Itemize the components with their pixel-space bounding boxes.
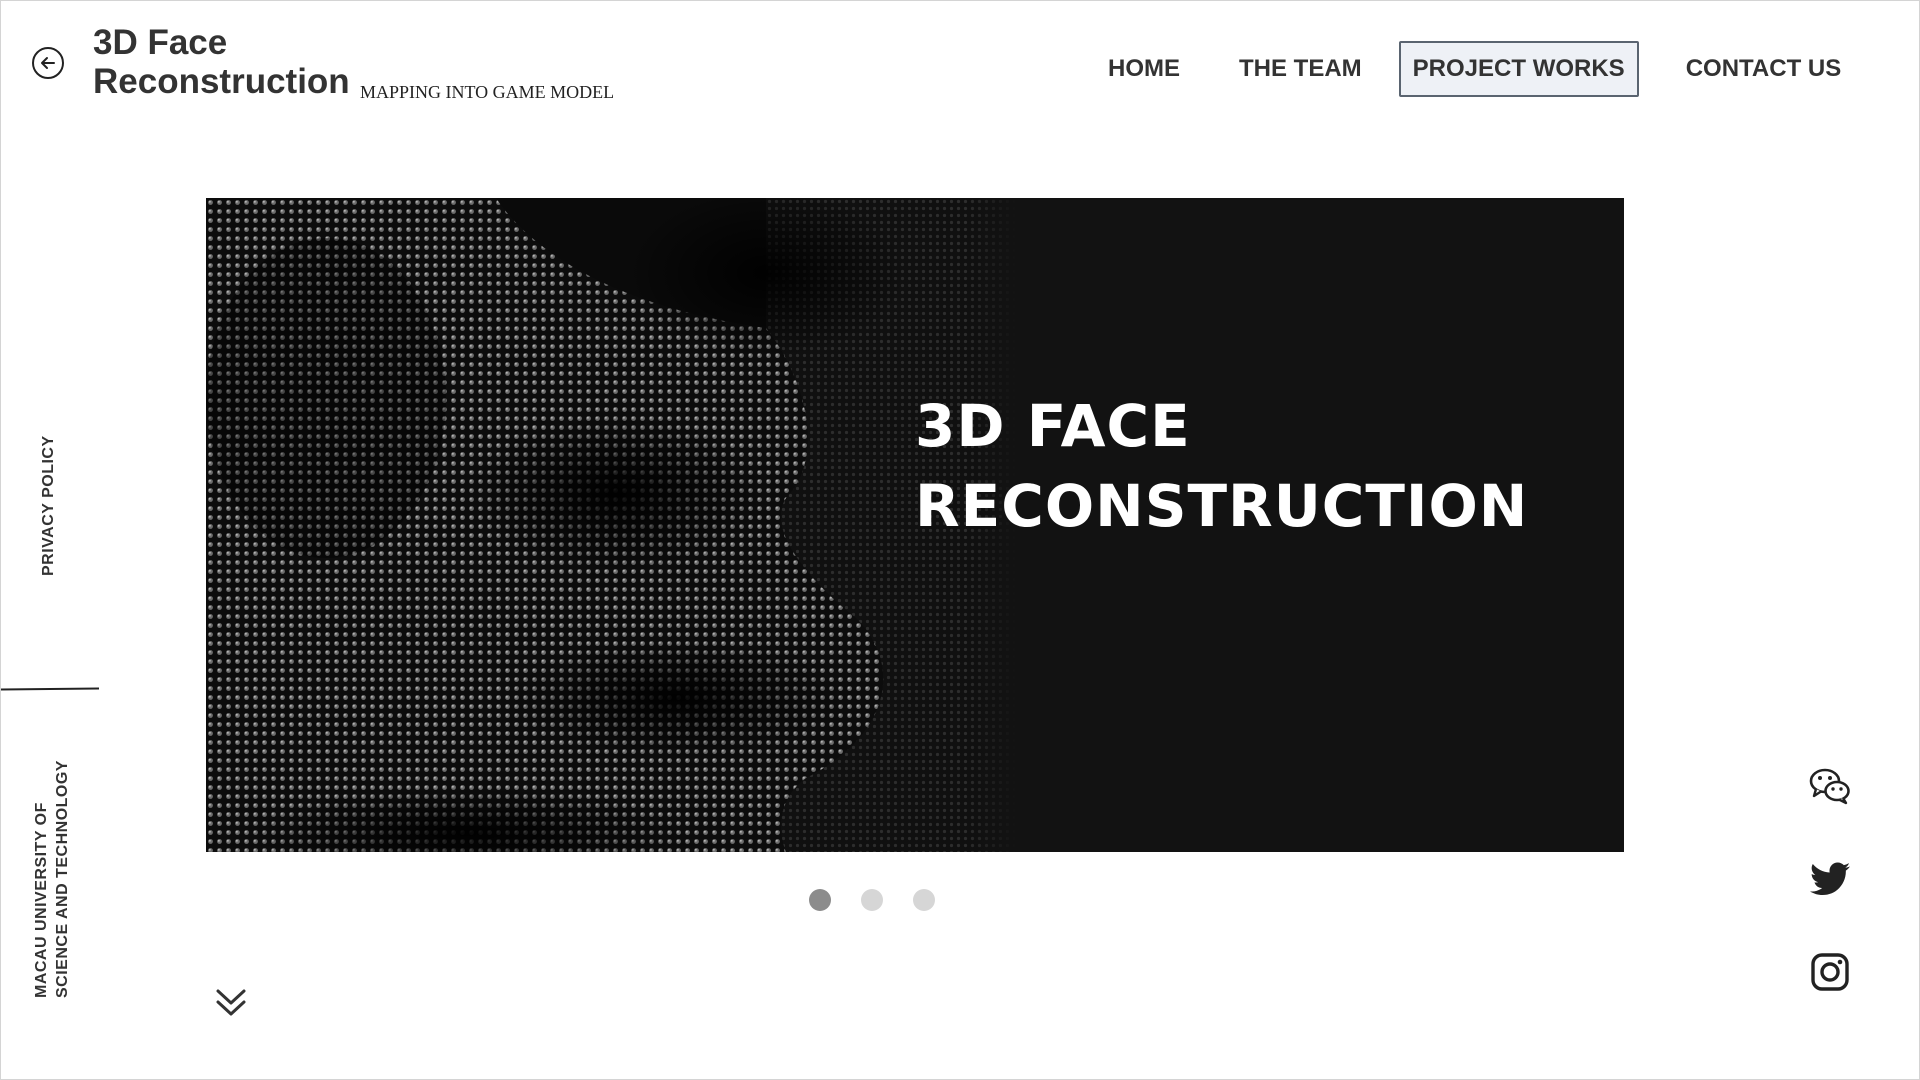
main-nav: HOME THE TEAM PROJECT WORKS CONTACT US xyxy=(1096,41,1853,97)
privacy-policy-link[interactable]: PRIVACY POLICY xyxy=(40,435,58,576)
slider-dots xyxy=(809,889,965,911)
slide-dot-1[interactable] xyxy=(809,889,831,911)
wechat-icon[interactable] xyxy=(1807,763,1853,809)
hero-title-line1: 3D FACE xyxy=(915,392,1191,460)
slide-dot-3[interactable] xyxy=(913,889,935,911)
site-title-line1: 3D Face xyxy=(93,23,228,62)
nav-the-team[interactable]: THE TEAM xyxy=(1227,43,1374,95)
hero-title: 3D FACE RECONSTRUCTION xyxy=(915,386,1528,546)
back-arrow-icon[interactable] xyxy=(32,47,64,79)
double-chevron-down-icon[interactable] xyxy=(214,985,248,1019)
university-name: MACAU UNIVERSITY OF SCIENCE AND TECHNOLO… xyxy=(31,760,73,998)
nav-contact-us[interactable]: CONTACT US xyxy=(1674,43,1854,95)
site-title[interactable]: 3D Face Reconstruction xyxy=(93,23,350,101)
university-line1: MACAU UNIVERSITY OF xyxy=(33,802,50,998)
instagram-icon[interactable] xyxy=(1807,949,1853,995)
nav-project-works[interactable]: PROJECT WORKS xyxy=(1398,41,1639,97)
slide-dot-2[interactable] xyxy=(861,889,883,911)
site-title-line2: Reconstruction xyxy=(93,62,350,101)
page: 3D Face Reconstruction MAPPING INTO GAME… xyxy=(0,0,1920,1080)
hero-title-line2: RECONSTRUCTION xyxy=(915,472,1529,540)
university-line2: SCIENCE AND TECHNOLOGY xyxy=(54,760,71,998)
nav-home[interactable]: HOME xyxy=(1096,43,1192,95)
hero-slider[interactable]: 3D FACE RECONSTRUCTION xyxy=(206,198,1624,852)
site-subtitle: MAPPING INTO GAME MODEL xyxy=(360,82,615,102)
rail-divider xyxy=(0,687,100,691)
face-mesh-image xyxy=(206,198,1016,852)
twitter-icon[interactable] xyxy=(1807,856,1853,902)
